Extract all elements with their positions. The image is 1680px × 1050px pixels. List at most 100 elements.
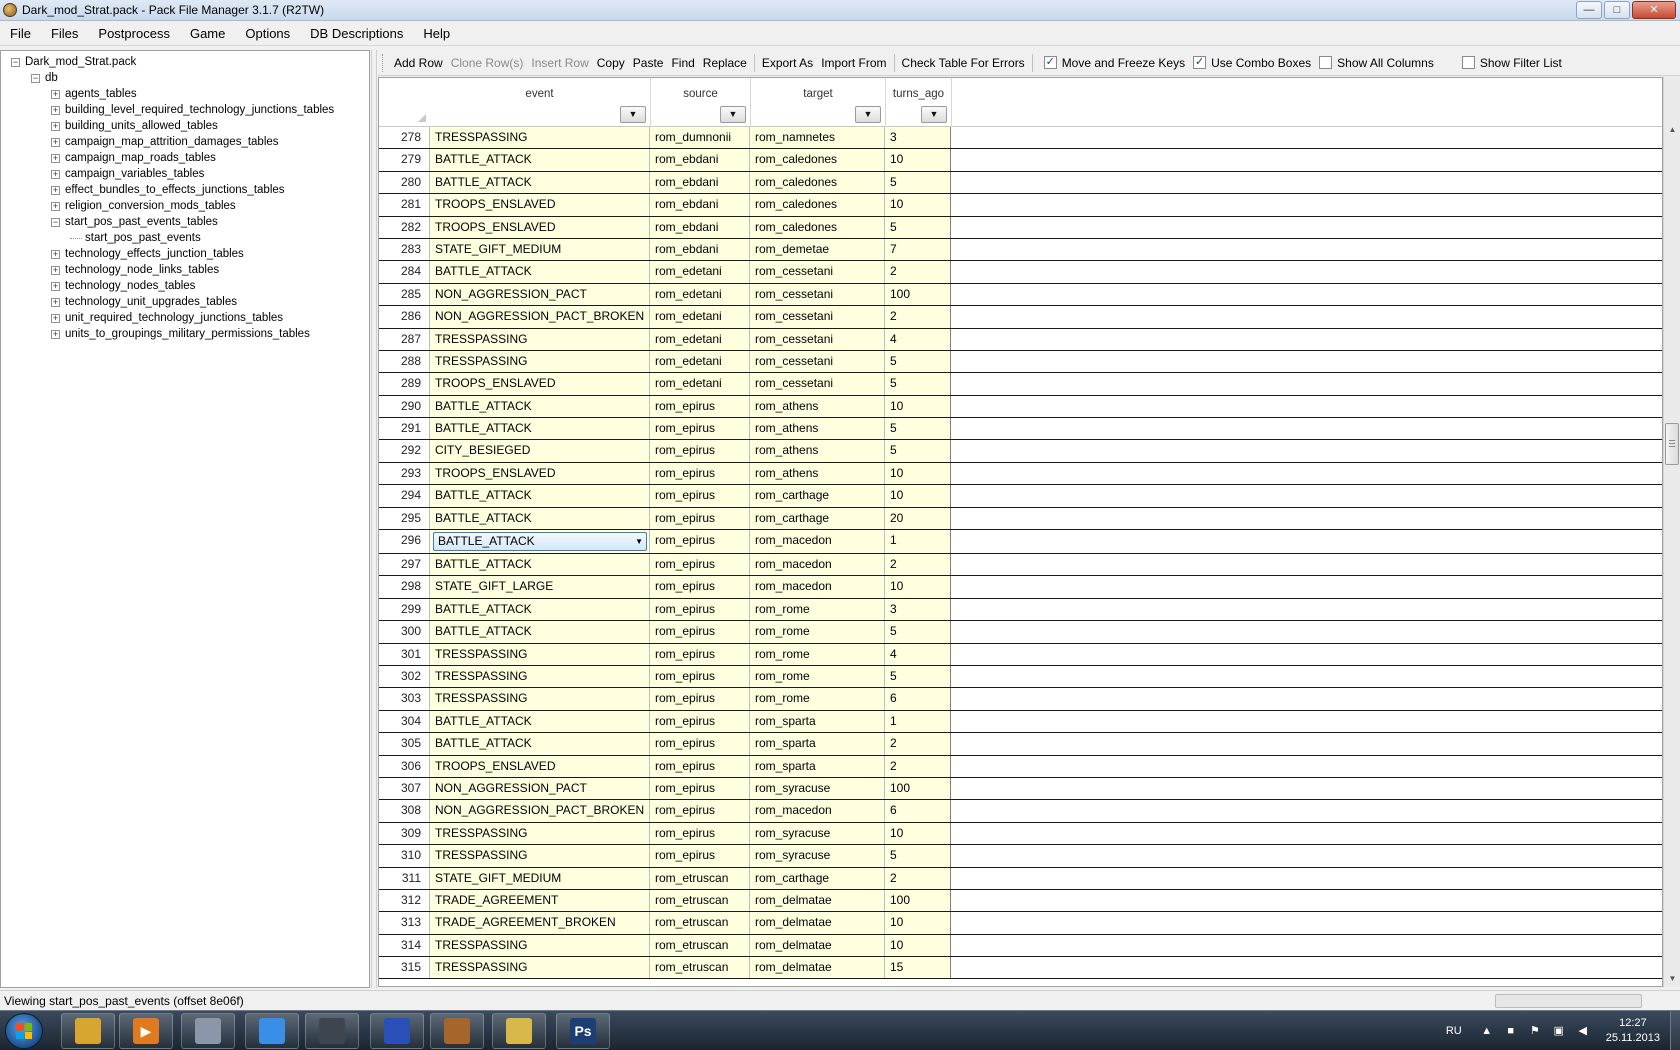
table-row[interactable]: 312 TRADE_AGREEMENT rom_etruscan rom_delmat… xyxy=(379,889,1662,913)
row-number[interactable]: 300 xyxy=(379,621,429,643)
expand-toggle-icon[interactable]: + xyxy=(51,313,60,323)
cell-target[interactable]: rom_delmatae xyxy=(750,934,885,957)
table-row[interactable]: 309 TRESSPASSING rom_epirus rom_syracuse 10 xyxy=(379,822,1662,846)
cell-source[interactable]: rom_epirus xyxy=(650,462,750,485)
cell-turns-ago[interactable]: 5 xyxy=(885,216,951,238)
filter-dropdown-icon[interactable]: ▼ xyxy=(855,106,881,123)
tree-table-item[interactable]: + building_units_allowed_tables xyxy=(11,118,369,134)
table-row[interactable]: 285 NON_AGGRESSION_PACT rom_edetani rom_ces… xyxy=(379,283,1662,307)
cell-source[interactable]: rom_epirus xyxy=(650,530,750,554)
cell-turns-ago[interactable]: 5 xyxy=(885,373,951,395)
cell-target[interactable]: rom_caledones xyxy=(750,216,885,238)
cell-event[interactable]: BATTLE_ATTACK ▼ xyxy=(429,530,650,554)
tree-table-item[interactable]: + campaign_map_attrition_damages_tables xyxy=(11,134,369,150)
cell-event[interactable]: TRESSPASSING xyxy=(429,845,650,867)
expand-toggle-icon[interactable]: + xyxy=(51,281,60,291)
cell-source[interactable]: rom_etruscan xyxy=(650,867,750,889)
table-row[interactable]: 294 BATTLE_ATTACK rom_epirus rom_carthage 10 xyxy=(379,485,1662,508)
row-number[interactable]: 284 xyxy=(379,261,429,283)
cell-event[interactable]: BATTLE_ATTACK xyxy=(429,261,650,283)
filter-dropdown-icon[interactable]: ▼ xyxy=(720,106,746,123)
cell-turns-ago[interactable]: 2 xyxy=(885,554,951,576)
expand-toggle-icon[interactable]: + xyxy=(51,137,60,147)
table-row[interactable]: 308 NON_AGGRESSION_PACT_BROKEN rom_epirus r… xyxy=(379,800,1662,823)
cell-source[interactable]: rom_epirus xyxy=(650,598,750,621)
cell-target[interactable]: rom_macedon xyxy=(750,554,885,576)
tree-table-item[interactable]: + campaign_map_roads_tables xyxy=(11,150,369,166)
clock[interactable]: 12:27 25.11.2013 xyxy=(1606,1016,1660,1046)
copy-button[interactable]: Copy xyxy=(593,53,629,73)
cell-event[interactable]: TRADE_AGREEMENT_BROKEN xyxy=(429,912,650,934)
table-row[interactable]: 291 BATTLE_ATTACK rom_epirus rom_athens 5 xyxy=(379,418,1662,441)
cell-turns-ago[interactable]: 10 xyxy=(885,576,951,598)
cell-target[interactable]: rom_cessetani xyxy=(750,328,885,350)
add-row-button[interactable]: Add Row xyxy=(390,53,447,73)
menu-options[interactable]: Options xyxy=(235,22,300,46)
cell-event[interactable]: BATTLE_ATTACK xyxy=(429,733,650,755)
row-number[interactable]: 294 xyxy=(379,485,429,507)
expand-toggle-icon[interactable]: + xyxy=(51,89,60,99)
tree-table-item[interactable]: + units_to_groupings_military_permissions… xyxy=(11,326,369,342)
show-filter-list-checkbox[interactable]: Show Filter List xyxy=(1461,56,1562,70)
row-number[interactable]: 305 xyxy=(379,733,429,755)
pack-tree[interactable]: − Dark_mod_Strat.pack − db + agents_table… xyxy=(0,50,370,988)
cell-target[interactable]: rom_syracuse xyxy=(750,777,885,800)
cell-turns-ago[interactable]: 10 xyxy=(885,485,951,507)
cell-source[interactable]: rom_etruscan xyxy=(650,957,750,979)
row-number[interactable]: 312 xyxy=(379,889,429,912)
cell-event[interactable]: BATTLE_ATTACK xyxy=(429,554,650,576)
expand-toggle-icon[interactable]: + xyxy=(51,169,60,179)
tree-leaf-item[interactable]: start_pos_past_events xyxy=(11,230,369,246)
checkbox-icon[interactable]: ✓ xyxy=(1043,56,1057,69)
checkbox-icon[interactable]: ✓ xyxy=(1193,56,1207,69)
menu-files[interactable]: Files xyxy=(41,22,88,46)
network-icon[interactable]: ▣ xyxy=(1552,1024,1566,1038)
cell-target[interactable]: rom_carthage xyxy=(750,867,885,889)
cell-event[interactable]: STATE_GIFT_MEDIUM xyxy=(429,238,650,261)
cell-turns-ago[interactable]: 10 xyxy=(885,912,951,934)
cell-target[interactable]: rom_cessetani xyxy=(750,283,885,306)
show-all-columns-checkbox[interactable]: Show All Columns xyxy=(1319,56,1434,70)
table-row[interactable]: 305 BATTLE_ATTACK rom_epirus rom_sparta 2 xyxy=(379,733,1662,756)
cell-source[interactable]: rom_edetani xyxy=(650,306,750,328)
cell-event[interactable]: NON_AGGRESSION_PACT xyxy=(429,777,650,800)
cell-source[interactable]: rom_edetani xyxy=(650,283,750,306)
cell-source[interactable]: rom_edetani xyxy=(650,328,750,350)
row-number[interactable]: 296 xyxy=(379,530,429,554)
column-header-event[interactable]: event ▼ xyxy=(429,78,651,127)
cell-turns-ago[interactable]: 10 xyxy=(885,395,951,418)
cell-target[interactable]: rom_carthage xyxy=(750,507,885,530)
taskbar-explorer-button[interactable] xyxy=(61,1013,115,1049)
cell-turns-ago[interactable]: 3 xyxy=(885,127,951,149)
tree-table-item[interactable]: + technology_node_links_tables xyxy=(11,262,369,278)
cell-target[interactable]: rom_athens xyxy=(750,440,885,462)
tree-table-item[interactable]: − start_pos_past_events_tables xyxy=(11,214,369,230)
clone-rows-button[interactable]: Clone Row(s) xyxy=(447,53,528,73)
cell-target[interactable]: rom_macedon xyxy=(750,800,885,822)
tree-table-item[interactable]: + building_level_required_technology_junc… xyxy=(11,102,369,118)
table-row[interactable]: 303 TRESSPASSING rom_epirus rom_rome 6 xyxy=(379,688,1662,711)
cell-source[interactable]: rom_etruscan xyxy=(650,912,750,934)
menu-game[interactable]: Game xyxy=(180,22,235,46)
cell-source[interactable]: rom_ebdani xyxy=(650,171,750,194)
cell-turns-ago[interactable]: 5 xyxy=(885,418,951,440)
row-number[interactable]: 309 xyxy=(379,822,429,845)
checkbox-icon[interactable] xyxy=(1461,56,1475,69)
row-number[interactable]: 293 xyxy=(379,462,429,485)
row-number[interactable]: 289 xyxy=(379,373,429,395)
cell-target[interactable]: rom_athens xyxy=(750,418,885,440)
row-number[interactable]: 310 xyxy=(379,845,429,867)
cell-event[interactable]: TRADE_AGREEMENT xyxy=(429,889,650,912)
cell-event[interactable]: BATTLE_ATTACK xyxy=(429,507,650,530)
grid-vertical-scrollbar[interactable]: ▲ ▼ xyxy=(1663,77,1680,987)
cell-source[interactable]: rom_edetani xyxy=(650,261,750,283)
tree-table-item[interactable]: + technology_nodes_tables xyxy=(11,278,369,294)
row-number[interactable]: 313 xyxy=(379,912,429,934)
row-number[interactable]: 282 xyxy=(379,216,429,238)
cell-turns-ago[interactable]: 2 xyxy=(885,306,951,328)
cell-turns-ago[interactable]: 5 xyxy=(885,171,951,194)
cell-target[interactable]: rom_delmatae xyxy=(750,957,885,979)
cell-source[interactable]: rom_edetani xyxy=(650,350,750,373)
cell-event[interactable]: TROOPS_ENSLAVED xyxy=(429,755,650,777)
expand-toggle-icon[interactable]: + xyxy=(51,329,60,339)
